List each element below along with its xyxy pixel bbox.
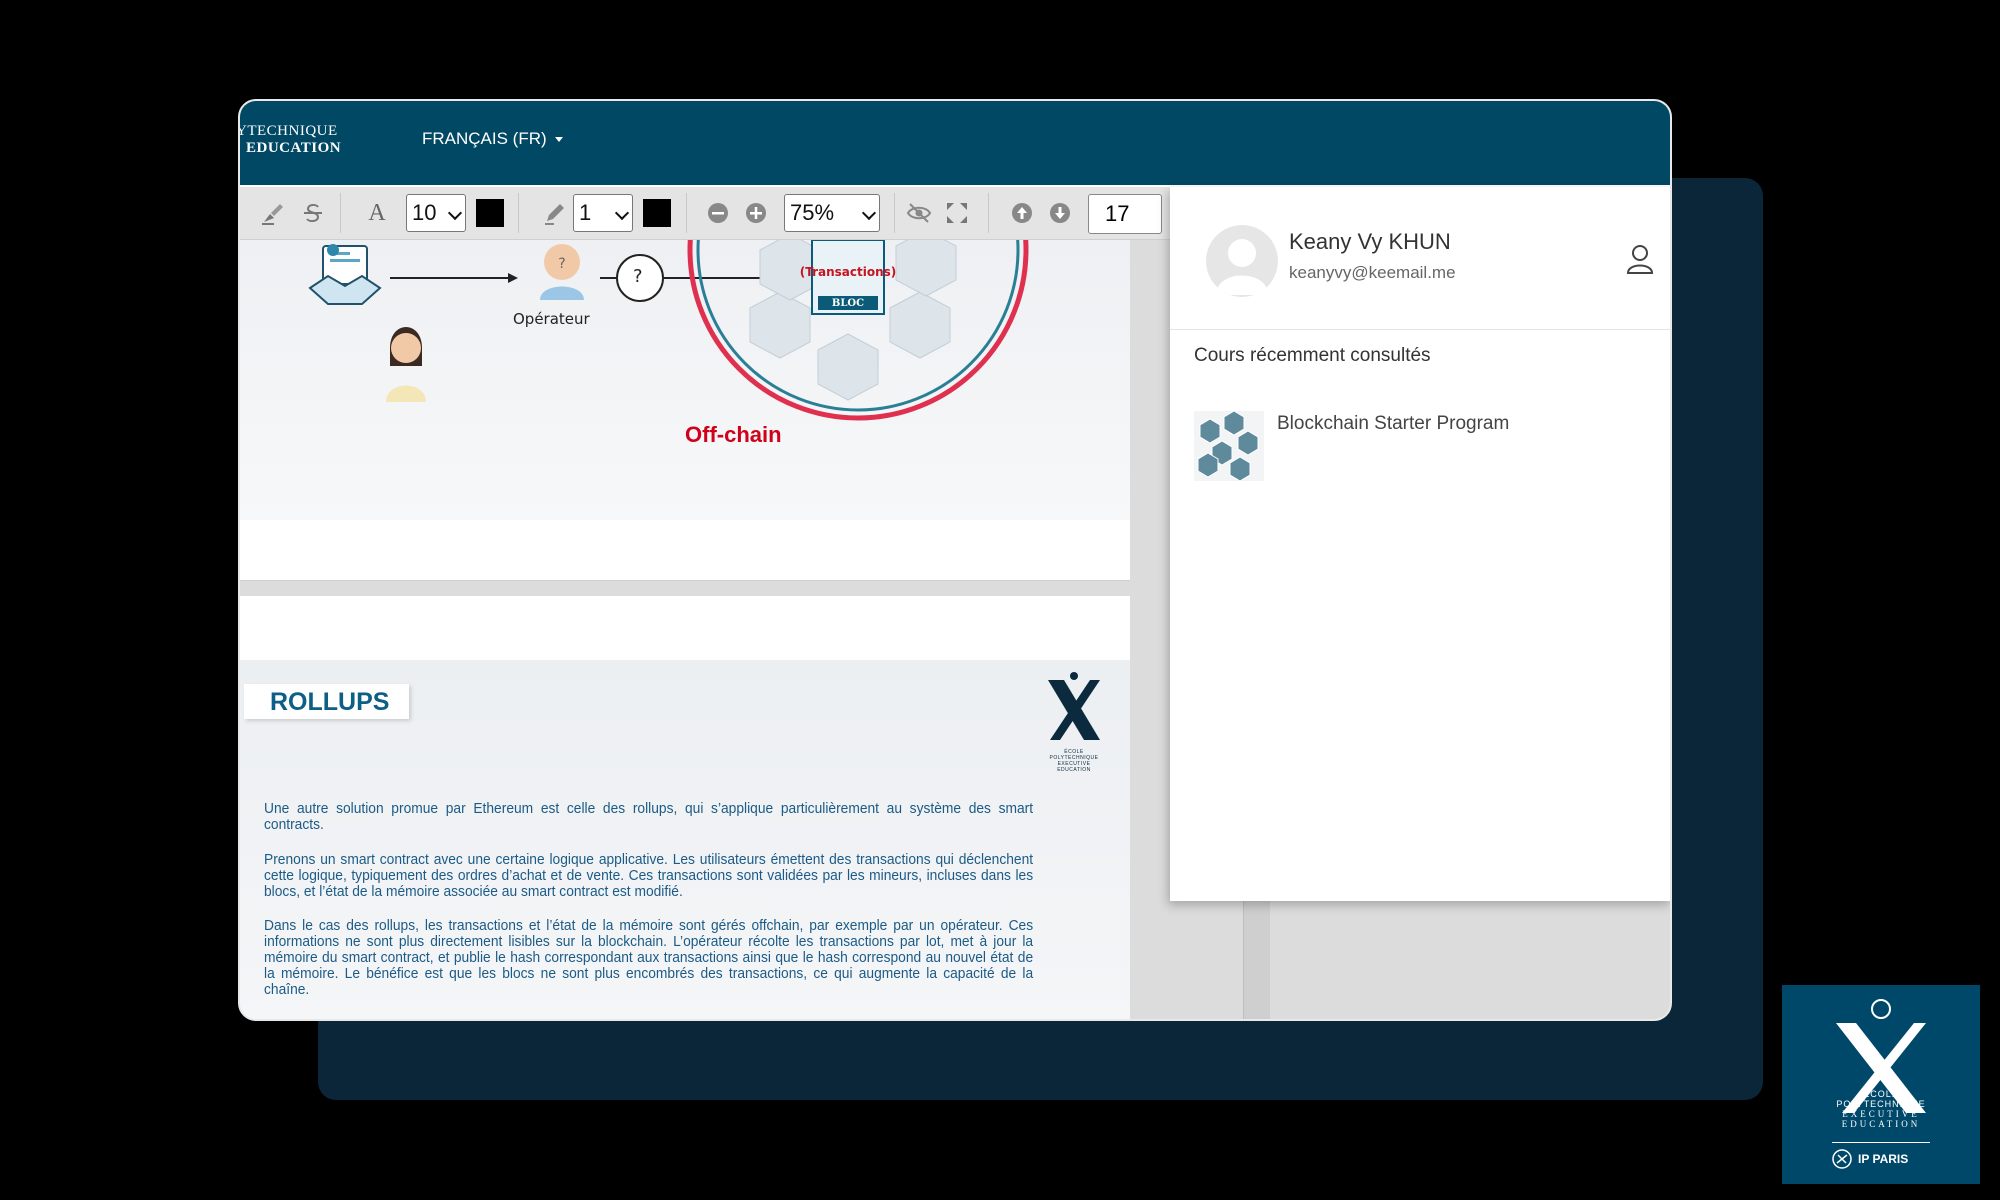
toolbar-divider — [518, 193, 519, 233]
toolbar-divider — [686, 193, 687, 233]
page-up-icon[interactable] — [1010, 199, 1034, 227]
arrow-head — [508, 273, 518, 283]
zoom-value: 75% — [790, 200, 835, 225]
pen-icon[interactable] — [540, 199, 570, 227]
user-email: keanyvy@keemail.me — [1289, 263, 1456, 282]
brand-line-1: YTECHNIQUE — [238, 123, 338, 139]
ip-paris-icon — [1832, 1149, 1852, 1169]
toolbar-divider — [894, 193, 895, 233]
brand-line-2: EDUCATION — [246, 140, 342, 156]
top-navbar: YTECHNIQUE EDUCATION FRANÇAIS (FR) — [240, 101, 1670, 185]
course-link[interactable]: Blockchain Starter Program — [1277, 413, 1509, 435]
hide-icon[interactable] — [904, 199, 934, 227]
user-female-icon — [386, 327, 426, 402]
chevron-down-icon — [614, 205, 630, 221]
ip-paris-badge: IP PARIS — [1832, 1149, 1908, 1169]
brand-logo[interactable]: YTECHNIQUE EDUCATION — [240, 123, 360, 157]
operator-label: Opérateur — [513, 310, 590, 328]
fullscreen-icon[interactable] — [942, 199, 972, 227]
text-icon[interactable]: A — [364, 199, 390, 227]
offchain-label: Off-chain — [685, 422, 782, 447]
page-down-icon[interactable] — [1048, 199, 1072, 227]
contract-handshake-icon — [308, 244, 382, 305]
paragraph-3: Dans le cas des rollups, les transaction… — [264, 917, 1034, 998]
slide-diagram: ? (Transactions) BLOC Opérateur ? Off-ch… — [240, 240, 1130, 581]
slide-title: ROLLUPS — [244, 684, 410, 719]
strikethrough-icon[interactable] — [298, 199, 328, 227]
user-menu-dropdown: Keany Vy KHUN keanyvy@keemail.me Cours r… — [1170, 187, 1670, 901]
zoom-select[interactable]: 75% — [784, 194, 880, 232]
corner-logo: ÉCOLE POLYTECHNIQUE EXECUTIVE EDUCATION … — [1782, 985, 1980, 1184]
profile-icon[interactable] — [1625, 243, 1655, 280]
page-number-input[interactable]: 17 — [1088, 194, 1162, 234]
zoom-out-icon[interactable] — [706, 199, 730, 227]
slide-rollups: ROLLUPS ÉCOLE POLYTECHNIQUE EXECUTIVE EDUCA… — [240, 596, 1130, 1019]
paragraph-2: Prenons un smart contract avec une certa… — [264, 851, 1034, 900]
course-thumbnail-icon[interactable] — [1194, 410, 1264, 482]
font-size-value: 10 — [412, 200, 437, 225]
user-name: Keany Vy KHUN — [1289, 229, 1451, 254]
caret-down-icon — [554, 137, 563, 143]
logo-caption: ÉCOLE POLYTECHNIQUE EXECUTIVE EDUCATION — [1049, 749, 1099, 773]
divider — [1170, 329, 1670, 330]
line-width-select[interactable]: 1 — [573, 194, 633, 232]
hash-transactions-label: (Transactions) — [800, 265, 897, 279]
language-label: FRANÇAIS (FR) — [422, 129, 547, 148]
highlight-icon[interactable] — [258, 199, 288, 227]
divider — [1832, 1142, 1930, 1143]
svg-text:?: ? — [558, 256, 565, 272]
avatar[interactable] — [1206, 225, 1278, 297]
offchain-diagram: ? (Transactions) BLOC — [308, 240, 1029, 421]
language-menu[interactable]: FRANÇAIS (FR) — [422, 129, 563, 149]
slide-background: ROLLUPS ÉCOLE POLYTECHNIQUE EXECUTIVE EDUCA… — [240, 660, 1130, 1019]
chevron-down-icon — [447, 205, 463, 221]
question-label: ? — [633, 266, 643, 287]
bloc-label: BLOC — [832, 298, 864, 309]
x-logo-icon — [1048, 672, 1100, 740]
operator-avatar-icon: ? — [540, 244, 584, 300]
chevron-down-icon — [861, 205, 877, 221]
toolbar-divider — [988, 193, 989, 233]
pen-color-swatch[interactable] — [643, 199, 671, 227]
toolbar-divider — [340, 193, 341, 233]
paragraph-1: Une autre solution promue par Ethereum e… — [264, 800, 1034, 833]
corner-logo-caption: ÉCOLE POLYTECHNIQUE EXECUTIVE EDUCATION — [1836, 1089, 1926, 1129]
text-color-swatch[interactable] — [476, 199, 504, 227]
app-window: YTECHNIQUE EDUCATION FRANÇAIS (FR) A 10 … — [238, 99, 1672, 1021]
polytechnique-logo: ÉCOLE POLYTECHNIQUE EXECUTIVE EDUCATION — [1042, 672, 1106, 778]
font-size-select[interactable]: 10 — [406, 194, 466, 232]
zoom-in-icon[interactable] — [744, 199, 768, 227]
recent-courses-heading: Cours récemment consultés — [1194, 345, 1431, 366]
annotation-toolbar: A 10 1 75% 17 — [240, 187, 1220, 240]
line-width-value: 1 — [579, 200, 592, 225]
